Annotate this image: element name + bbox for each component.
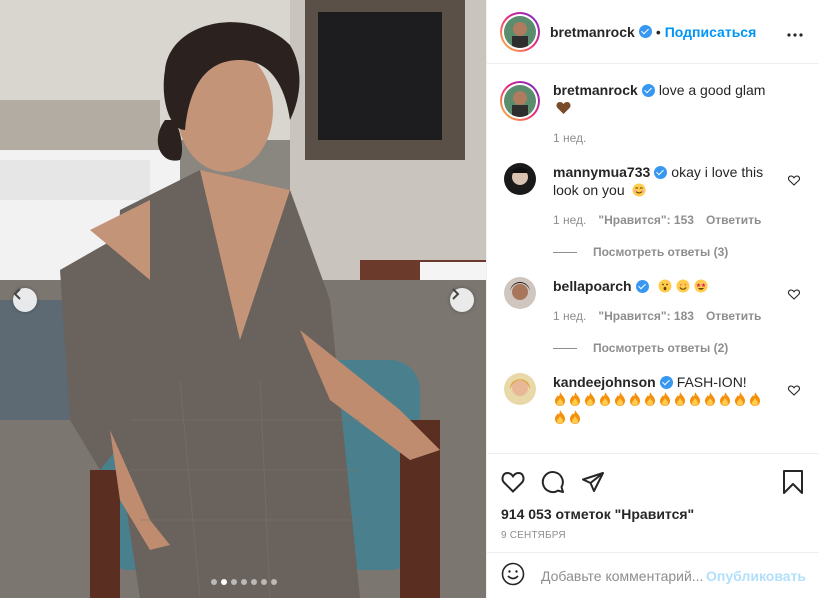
more-options-button[interactable] <box>787 21 803 42</box>
comment-avatar[interactable] <box>504 277 536 309</box>
bookmark-icon <box>783 470 803 494</box>
paper-plane-icon <box>582 472 604 492</box>
view-replies-button[interactable]: Посмотреть ответы (2) <box>553 339 781 357</box>
comment-avatar-image <box>504 277 536 309</box>
post-header: bretmanrock • Подписаться <box>487 0 819 64</box>
comment-username[interactable]: bellapoarch <box>553 278 632 294</box>
carousel-dot <box>251 579 257 585</box>
heart-outline-icon <box>787 289 801 300</box>
carousel-dot <box>271 579 277 585</box>
caption-meta: 1 нед. <box>553 129 781 147</box>
view-replies-button[interactable]: Посмотреть ответы (3) <box>553 243 781 261</box>
comment-username[interactable]: kandeejohnson <box>553 374 656 390</box>
verified-badge-icon <box>641 84 655 97</box>
replies-divider <box>553 251 577 253</box>
heart-icon <box>501 471 525 493</box>
comment-avatar-image <box>504 373 536 405</box>
comment-avatar[interactable] <box>504 373 536 405</box>
heart-outline-icon <box>787 175 801 186</box>
author-avatar-image <box>504 15 536 48</box>
comment-time[interactable]: 1 нед. <box>553 211 586 229</box>
carousel-prev-button[interactable] <box>13 288 37 312</box>
comment-item: bellapoarch 1 нед. "Нравится": 183 Ответ… <box>500 277 804 357</box>
chevron-right-icon <box>452 288 460 300</box>
post-actions: 914 053 отметок "Нравится" 9 СЕНТЯБРЯ <box>487 453 819 541</box>
reply-button[interactable]: Ответить <box>706 307 761 325</box>
author-avatar[interactable] <box>500 11 540 52</box>
view-replies-label: Посмотреть ответы (3) <box>593 245 729 259</box>
verified-badge-icon <box>638 25 652 38</box>
comment-button[interactable] <box>541 470 565 494</box>
emoji-reactions-icon <box>658 279 708 293</box>
comment-item: kandeejohnson FASH-ION! <box>500 373 804 435</box>
caption-time[interactable]: 1 нед. <box>553 129 586 147</box>
publish-button[interactable]: Опубликовать <box>706 568 806 584</box>
comment-text: FASH-ION! <box>676 374 747 390</box>
separator-dot: • <box>655 23 661 40</box>
comments-list[interactable]: bretmanrock love a good glam 1 нед. mann… <box>487 65 819 453</box>
replies-divider <box>553 347 577 349</box>
comment-meta: 1 нед. "Нравится": 183 Ответить <box>553 307 781 325</box>
post-date[interactable]: 9 СЕНТЯБРЯ <box>501 530 804 541</box>
verified-badge-icon <box>659 376 673 389</box>
comment-input[interactable] <box>541 567 707 584</box>
verified-badge-icon <box>635 280 649 293</box>
author-username[interactable]: bretmanrock <box>550 24 635 40</box>
fire-emoji-row-icon <box>555 392 760 424</box>
emoji-picker-button[interactable] <box>501 562 525 589</box>
action-icons-row <box>501 462 804 502</box>
caption: bretmanrock love a good glam 1 нед. <box>500 81 804 147</box>
comment-item: mannymua733 okay i love this look on you … <box>500 163 804 261</box>
photo-illustration <box>0 0 486 598</box>
comment-bubble-icon <box>541 471 564 494</box>
save-button[interactable] <box>782 470 804 494</box>
comment-avatar[interactable] <box>504 163 536 195</box>
carousel-next-button[interactable] <box>450 288 474 312</box>
more-horizontal-icon <box>787 33 803 37</box>
add-comment-bar: Опубликовать <box>487 552 819 598</box>
comment-like-button[interactable] <box>787 383 801 399</box>
carousel-indicator <box>211 579 277 585</box>
caption-avatar[interactable] <box>500 81 540 121</box>
comment-like-button[interactable] <box>787 173 801 189</box>
heart-outline-icon <box>787 385 801 396</box>
smiling-face-emoji-icon <box>632 183 645 197</box>
emoji-smile-icon <box>501 562 525 586</box>
view-replies-label: Посмотреть ответы (2) <box>593 341 729 355</box>
carousel-dot <box>261 579 267 585</box>
caption-text: love a good glam <box>658 82 766 98</box>
carousel-dot <box>241 579 247 585</box>
post-side-panel: bretmanrock • Подписаться bretmanrock lo… <box>486 0 819 598</box>
comment-time[interactable]: 1 нед. <box>553 307 586 325</box>
comment-meta: 1 нед. "Нравится": 153 Ответить <box>553 211 781 229</box>
carousel-dot-active <box>221 579 227 585</box>
share-button[interactable] <box>581 471 605 493</box>
caption-username[interactable]: bretmanrock <box>553 82 638 98</box>
comment-username[interactable]: mannymua733 <box>553 164 650 180</box>
carousel-dot <box>231 579 237 585</box>
like-button[interactable] <box>501 471 525 493</box>
verified-badge-icon <box>654 166 668 179</box>
comment-avatar-image <box>504 163 536 195</box>
chevron-left-icon <box>13 288 21 300</box>
caption-avatar-image <box>504 85 536 117</box>
comment-like-count[interactable]: "Нравится": 183 <box>598 307 694 325</box>
carousel-dot <box>211 579 217 585</box>
comment-like-button[interactable] <box>787 287 801 303</box>
likes-count[interactable]: 914 053 отметок "Нравится" <box>501 506 804 522</box>
reply-button[interactable]: Ответить <box>706 211 761 229</box>
post-photo <box>0 0 486 598</box>
post-dialog: bretmanrock • Подписаться bretmanrock lo… <box>0 0 819 598</box>
follow-button[interactable]: Подписаться <box>665 24 757 40</box>
comment-like-count[interactable]: "Нравится": 153 <box>598 211 694 229</box>
brown-heart-emoji-icon <box>556 102 571 114</box>
